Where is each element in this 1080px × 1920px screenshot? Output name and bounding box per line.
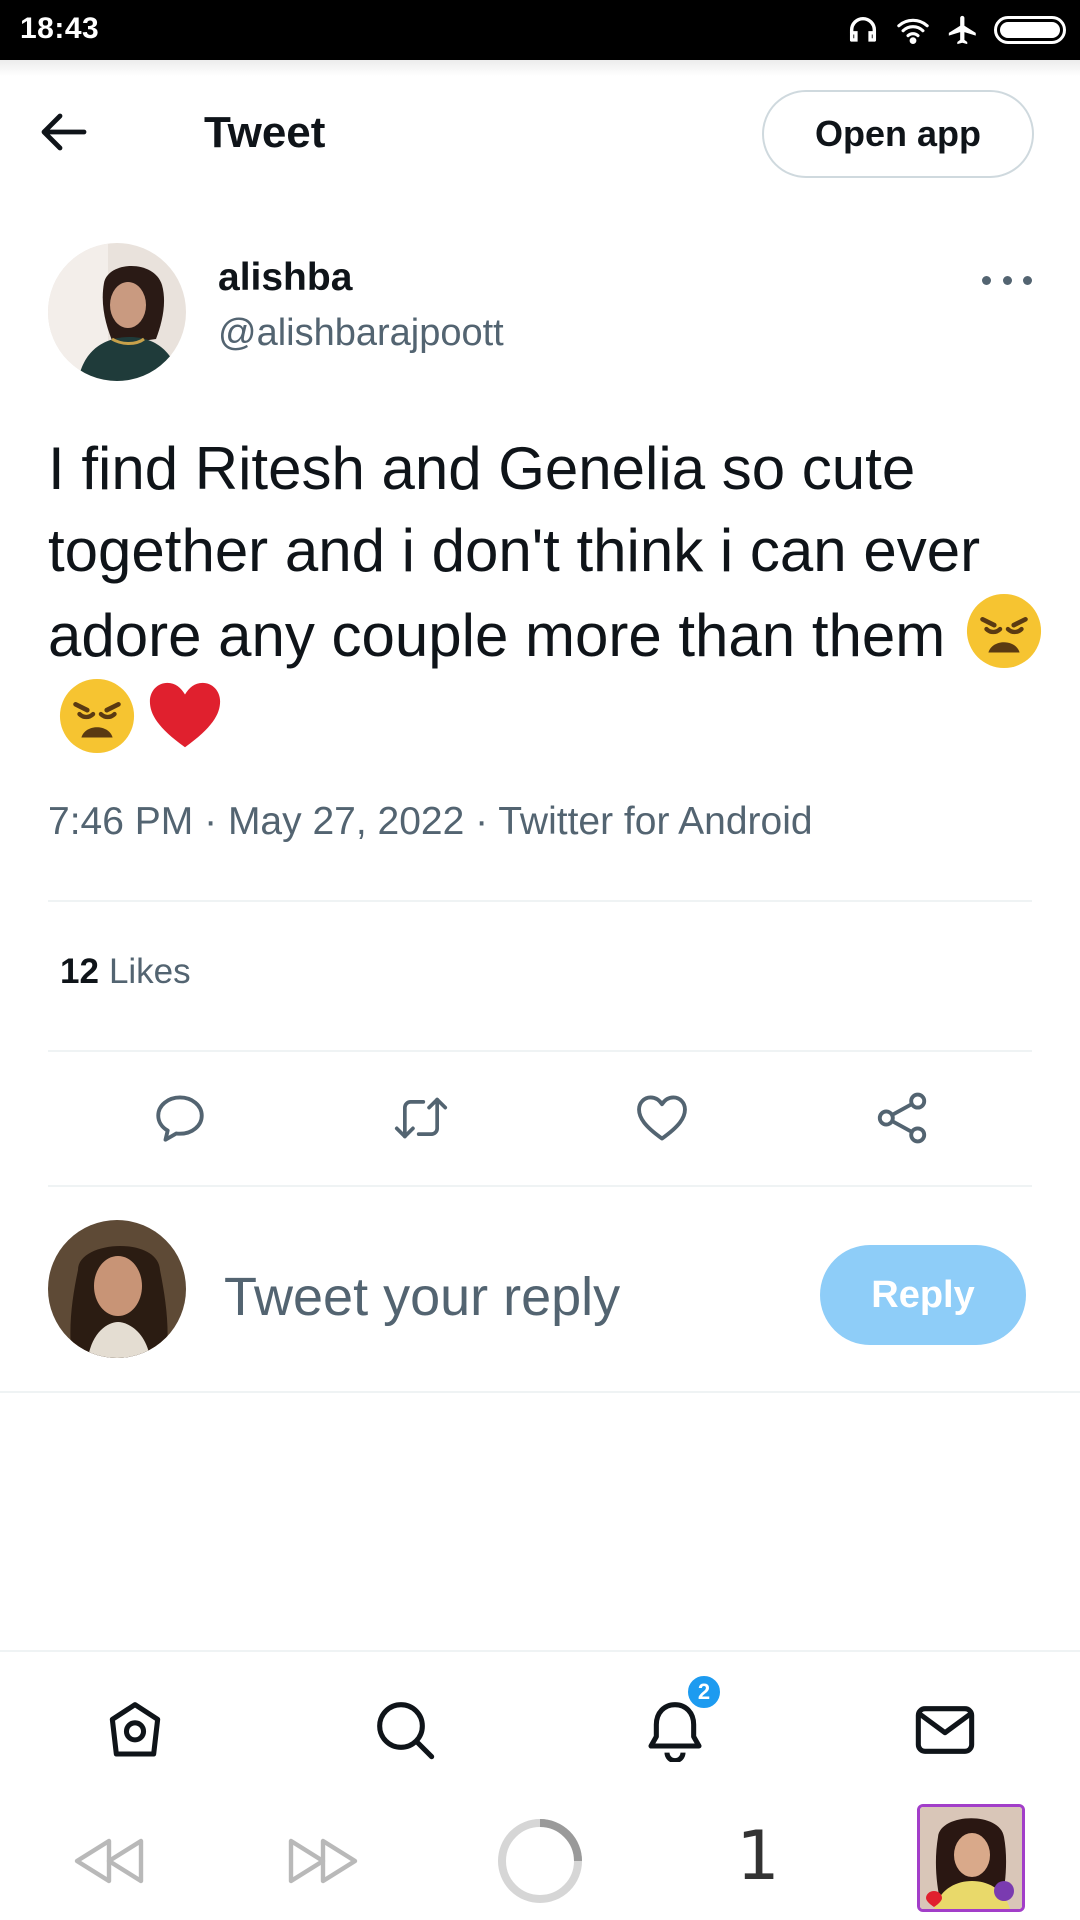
more-horizontal-icon [982,275,991,285]
rewind-icon [74,1838,144,1884]
divider [48,1050,1032,1052]
author-name[interactable]: alishba [218,256,352,300]
more-dot [1023,275,1032,285]
author-handle[interactable]: @alishbarajpoott [218,312,504,355]
loading-spinner-icon [498,1819,582,1903]
status-time: 18:43 [20,12,100,45]
tweet-text: I find Ritesh and Genelia so cute togeth… [48,428,1048,762]
reply-input[interactable] [224,1262,784,1332]
rewind-button[interactable] [66,1822,152,1900]
retweet-action-button[interactable] [391,1088,451,1148]
retweet-icon [394,1097,448,1139]
tweet-body: I find Ritesh and Genelia so cute togeth… [48,435,981,669]
headphones-icon [849,17,877,42]
likes-summary[interactable]: 12 Likes [60,952,191,992]
nav-messages[interactable] [907,1692,983,1768]
reply-button[interactable]: Reply [820,1245,1026,1345]
nav-search[interactable] [367,1692,443,1768]
author-avatar[interactable] [48,243,186,381]
tweet-source[interactable]: Twitter for Android [498,800,812,843]
divider [48,900,1032,902]
more-dot [1002,275,1012,285]
search-icon [377,1702,435,1760]
bottom-navigation [0,1652,1080,1802]
battery-icon [994,16,1066,44]
share-action-button[interactable] [872,1088,932,1148]
loading-indicator[interactable] [492,1819,588,1903]
like-icon [637,1095,687,1141]
weary-face-emoji [967,593,1042,669]
notification-badge: 2 [686,1674,722,1710]
tweet-time: 7:46 PM [48,800,194,843]
status-bar: 18:43 [0,0,1080,60]
red-heart-emoji [149,682,221,748]
reply-action-button[interactable] [150,1088,210,1148]
current-user-avatar[interactable] [48,1220,186,1358]
tab-count[interactable]: 1 [733,1812,783,1902]
messages-icon [915,1706,975,1754]
arrow-left-icon [41,113,87,151]
wifi-icon [897,18,929,45]
weary-face-emoji [59,678,135,754]
meta-separator: · [475,800,489,843]
more-options-button[interactable] [982,262,1032,298]
tweet-date: May 27, 2022 [227,800,465,843]
meta-separator: · [204,800,218,843]
open-app-button[interactable]: Open app [762,90,1034,178]
fast-forward-icon [288,1838,358,1884]
back-button[interactable] [40,106,110,158]
like-action-button[interactable] [632,1088,692,1148]
divider [0,1391,1080,1393]
header-shadow [0,60,1080,76]
status-icons [846,10,1066,50]
airplane-icon [948,15,976,45]
likes-count: 12 [60,952,99,991]
tab-thumbnail[interactable] [917,1804,1025,1912]
home-icon [109,1702,161,1757]
fast-forward-button[interactable] [280,1822,366,1900]
tweet-meta: 7:46 PM · May 27, 2022 · Twitter for And… [48,800,813,844]
nav-home[interactable] [97,1692,173,1768]
tweet-actions [48,1080,1032,1156]
reply-icon [156,1095,204,1142]
share-icon [877,1092,927,1144]
likes-label: Likes [108,952,191,991]
divider [48,1185,1032,1187]
page-title: Tweet [204,108,326,157]
top-app-bar: Tweet Open app [0,60,1080,200]
